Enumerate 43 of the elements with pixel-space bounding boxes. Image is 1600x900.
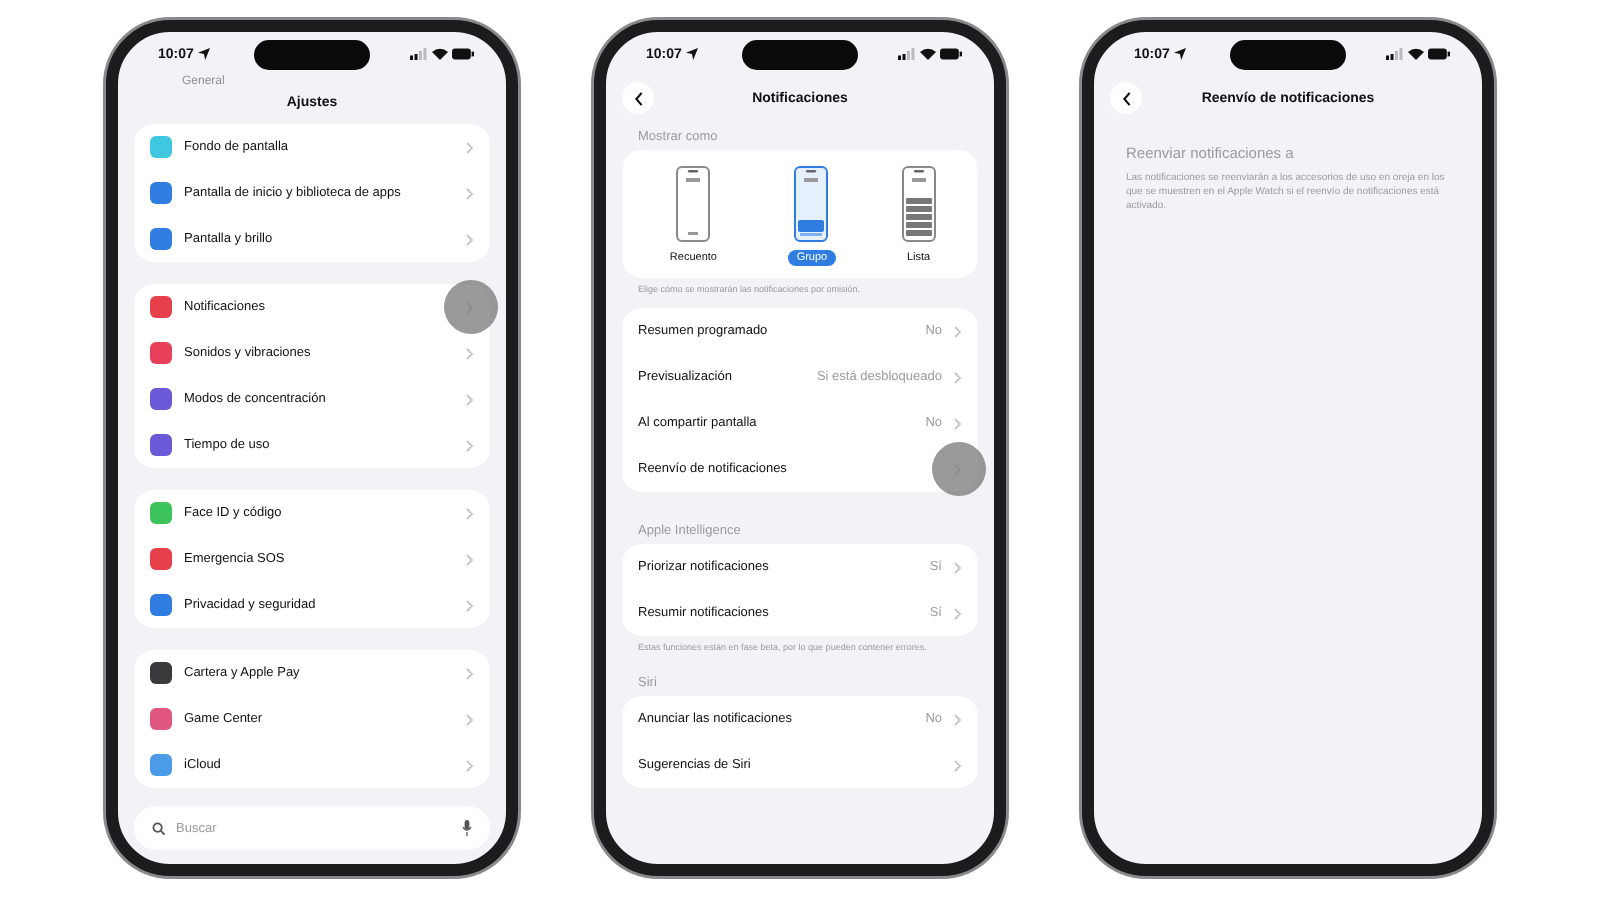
chevron-icon xyxy=(954,325,962,338)
chevron-icon xyxy=(466,439,474,451)
location-arrow-icon xyxy=(1173,48,1186,60)
chevron-icon xyxy=(466,667,474,679)
signal-icon xyxy=(898,48,916,60)
location-arrow-icon xyxy=(197,48,210,60)
microphone-icon xyxy=(462,820,472,836)
chevron-icon xyxy=(954,759,962,772)
search-icon xyxy=(152,821,166,835)
dynamic-island xyxy=(1230,40,1346,70)
chevron-icon xyxy=(466,393,474,405)
chevron-icon xyxy=(954,371,962,384)
chevron-icon xyxy=(954,713,962,726)
chevron-icon xyxy=(954,561,962,574)
back-button[interactable] xyxy=(1110,82,1142,114)
battery-icon xyxy=(1428,48,1450,60)
chevron-icon xyxy=(466,759,474,771)
phone-preview-icon xyxy=(794,166,829,242)
phone-preview-icon xyxy=(676,166,711,242)
signal-icon xyxy=(1386,48,1404,60)
chevron-icon xyxy=(954,607,962,620)
back-button[interactable] xyxy=(622,82,654,114)
chevron-icon xyxy=(466,141,474,153)
chevron-icon xyxy=(466,599,474,611)
wifi-icon xyxy=(920,48,936,60)
chevron-icon xyxy=(466,553,474,565)
battery-icon xyxy=(940,48,962,60)
chevron-icon xyxy=(466,507,474,519)
back-chevron-icon xyxy=(633,91,643,105)
chevron-icon xyxy=(466,187,474,199)
back-chevron-icon xyxy=(1121,91,1131,105)
wifi-icon xyxy=(1408,48,1424,60)
chevron-icon xyxy=(466,233,474,245)
wifi-icon xyxy=(432,48,448,60)
location-arrow-icon xyxy=(685,48,698,60)
battery-icon xyxy=(452,48,474,60)
chevron-icon xyxy=(466,347,474,359)
chevron-icon xyxy=(954,417,962,430)
chevron-icon xyxy=(466,713,474,725)
dynamic-island xyxy=(742,40,858,70)
dynamic-island xyxy=(254,40,370,70)
phone-preview-icon xyxy=(901,166,936,242)
signal-icon xyxy=(410,48,428,60)
